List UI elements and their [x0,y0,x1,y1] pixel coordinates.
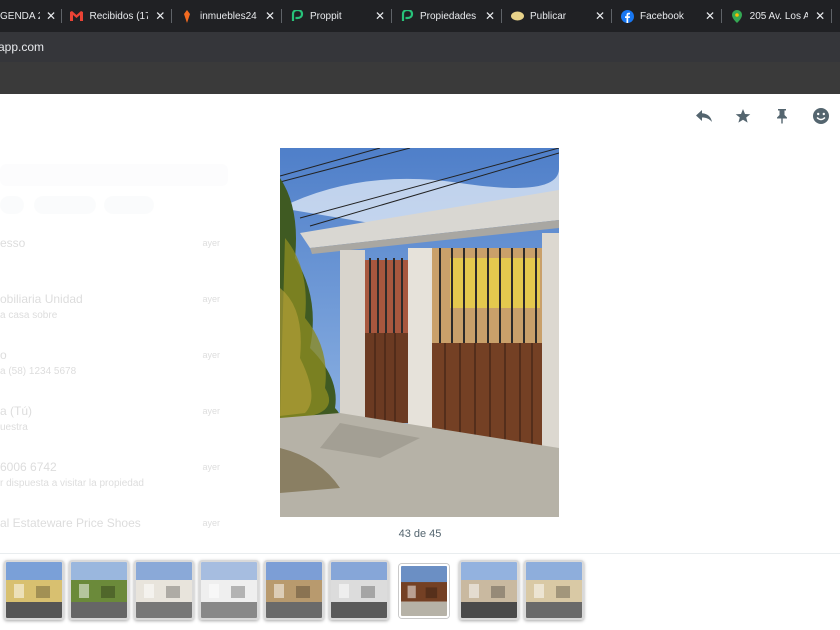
browser-tab-title: inmuebles24 [200,10,257,22]
maps-pin-icon [730,9,744,23]
close-icon[interactable]: ✕ [154,9,166,23]
tab-divider [831,9,832,23]
thumb-street-view-2[interactable] [524,560,584,620]
image-counter: 43 de 45 [398,528,442,540]
proppit-icon [290,9,304,23]
facebook-icon [620,9,634,23]
thumb-house-tree-stone[interactable] [69,560,129,620]
chat-time: ayer [202,294,220,304]
chat-time: ayer [202,406,220,416]
chat-name: esso [0,236,26,250]
chat-time: ayer [202,462,220,472]
star-icon[interactable] [723,104,762,128]
chat-list-item: esso ayer [0,236,220,276]
ghost-filter-chip [34,196,96,214]
browser-tab-title: GENDA 2024 [0,10,40,22]
browser-tab-title: Recibidos (17 [89,10,149,22]
chat-name: 6006 6742 [0,460,57,474]
chat-list-item: a (Tú) uestra ayer [0,404,220,444]
browser-tab-title: Propiedades [420,10,477,22]
emoji-icon[interactable] [801,104,840,128]
chat-preview: a casa sobre [0,310,58,321]
propiedades-icon [400,9,414,23]
gmail-icon [70,9,84,23]
browser-tab-strip: GENDA 2024✕Recibidos (17✕inmuebles24✕Pro… [0,0,840,32]
close-icon[interactable]: ✕ [264,9,276,23]
address-bar[interactable]: app.com [0,32,840,62]
browser-tab[interactable]: Facebook ✕ [612,0,722,32]
ghost-filter-chip [0,196,24,214]
chat-preview: r dispuesta a visitar la propiedad [0,478,144,489]
pin-icon[interactable] [762,104,801,128]
chat-time: ayer [202,518,220,528]
url-text[interactable]: app.com [0,40,44,54]
viewer-actions [684,104,840,128]
close-icon[interactable]: ✕ [46,9,56,23]
browser-tab[interactable]: inmuebles24 ✕ [172,0,282,32]
thumb-brown-gate[interactable] [399,564,449,618]
thumb-street-houses[interactable] [264,560,324,620]
chat-name: o [0,348,7,362]
ghost-filter-chip [104,196,154,214]
browser-tab[interactable]: Recibidos (17 ✕ [62,0,172,32]
thumbnail-strip [0,553,840,630]
browser-tab-title: 205 Av. Los A [749,10,809,22]
chat-name: obiliaria Unidad [0,292,83,306]
thumb-house-white-gate[interactable] [199,560,259,620]
browser-tab[interactable]: Publicar ✕ [502,0,612,32]
chat-list-item: obiliaria Unidad a casa sobre ayer [0,292,220,332]
main-photo-house-gate [280,148,559,517]
chat-time: ayer [202,238,220,248]
thumb-house-yellow-stone[interactable] [4,560,64,620]
browser-tab-title: Publicar [530,10,567,22]
chat-list-item: o a (58) 1234 5678 ayer [0,348,220,388]
background-chat-list: esso ayer obiliaria Unidad a casa sobre ayer… [0,140,240,550]
browser-tab[interactable]: Propiedades ✕ [392,0,502,32]
close-icon[interactable]: ✕ [704,9,716,23]
chat-list-item: 6006 6742 r dispuesta a visitar la propie… [0,460,220,500]
close-icon[interactable]: ✕ [594,9,606,23]
browser-tab-title: Proppit [310,10,342,22]
thumb-house-white-wall[interactable] [134,560,194,620]
close-icon[interactable]: ✕ [814,9,826,23]
browser-tab[interactable]: Proppit ✕ [282,0,392,32]
chat-name: al Estateware Price Shoes [0,516,141,530]
close-icon[interactable]: ✕ [374,9,386,23]
chat-list-item: al Estateware Price Shoes ayer [0,516,220,556]
inmuebles24-icon [180,9,194,23]
ghost-search-box [0,164,228,186]
chat-name: a (Tú) [0,404,33,418]
app-header [0,62,840,94]
chat-preview: uestra [0,422,28,433]
reply-icon[interactable] [684,104,723,128]
browser-tab[interactable]: GENDA 2024 ✕ [0,0,62,32]
chat-time: ayer [202,350,220,360]
browser-tab-title: Facebook [640,10,684,22]
thumb-street-view-1[interactable] [459,560,519,620]
chat-preview: a (58) 1234 5678 [0,366,77,377]
publicar-icon [510,9,524,23]
close-icon[interactable]: ✕ [484,9,496,23]
thumb-street-cars[interactable] [329,560,389,620]
browser-tab[interactable]: 205 Av. Los A ✕ [722,0,832,32]
